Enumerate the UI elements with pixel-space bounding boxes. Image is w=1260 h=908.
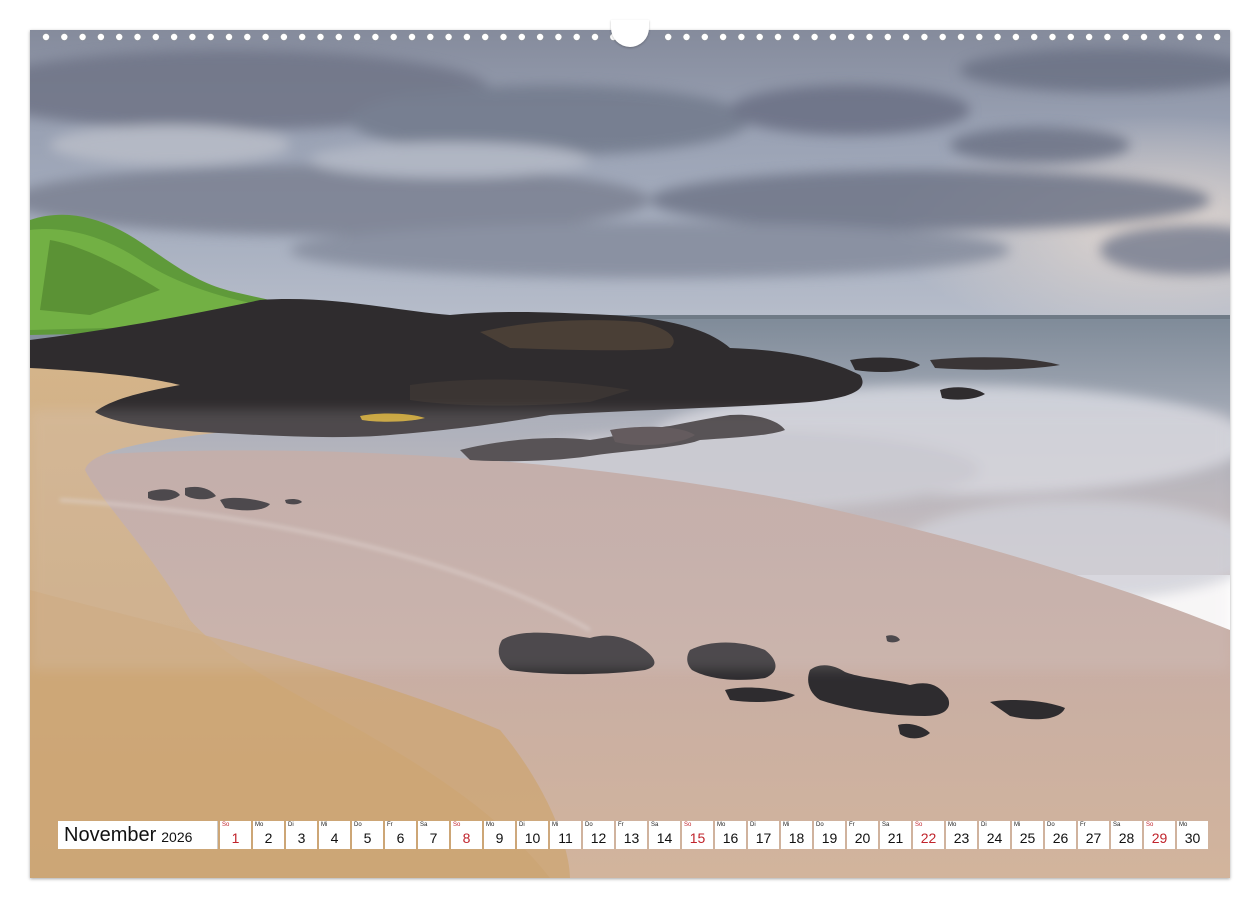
day-number: 3 [297, 830, 306, 846]
day-number: 18 [788, 830, 805, 846]
weekday-abbr: Di [750, 822, 756, 828]
weekday-abbr: Do [354, 822, 362, 828]
day-number: 22 [920, 830, 937, 846]
weekday-abbr: Sa [1113, 822, 1121, 828]
weekday-abbr: Do [1047, 822, 1055, 828]
weekday-abbr: Fr [849, 822, 855, 828]
day-number: 12 [590, 830, 607, 846]
day-number: 13 [623, 830, 640, 846]
day-number: 16 [722, 830, 739, 846]
weekday-abbr: Mo [1179, 822, 1188, 828]
day-cell: Di 24 [979, 821, 1010, 849]
day-cell: Mo 23 [946, 821, 977, 849]
calendar-strip: November 2026 So 1 Mo 2 Di 3 Mi 4 Do 5 Fr 6 Sa 7 So 8 Mo… [58, 821, 1208, 849]
day-cell: Do 5 [352, 821, 383, 849]
weekday-abbr: Mo [486, 822, 495, 828]
day-cell: So 22 [913, 821, 944, 849]
day-cell: Fr 27 [1078, 821, 1109, 849]
day-cell: Di 10 [517, 821, 548, 849]
day-number: 26 [1052, 830, 1069, 846]
month-year: 2026 [161, 828, 193, 845]
day-cell: So 8 [451, 821, 482, 849]
day-number: 11 [558, 830, 573, 846]
day-cell: So 29 [1144, 821, 1175, 849]
weekday-abbr: Fr [618, 822, 624, 828]
day-cell: So 1 [220, 821, 251, 849]
weekday-abbr: Mo [948, 822, 957, 828]
day-number: 20 [854, 830, 871, 846]
weekday-abbr: Mi [321, 822, 328, 828]
day-number: 7 [429, 830, 438, 846]
weekday-abbr: Sa [420, 822, 428, 828]
weekday-abbr: Fr [1080, 822, 1086, 828]
month-name: November [64, 823, 157, 846]
weekday-abbr: Do [816, 822, 824, 828]
day-cell: Mo 2 [253, 821, 284, 849]
day-number: 30 [1184, 830, 1201, 846]
day-number: 5 [363, 830, 372, 846]
day-number: 27 [1085, 830, 1102, 846]
day-cell: Di 17 [748, 821, 779, 849]
day-number: 24 [986, 830, 1003, 846]
day-cell: Do 12 [583, 821, 614, 849]
day-number: 14 [656, 830, 673, 846]
weekday-abbr: Di [288, 822, 294, 828]
weekday-abbr: So [684, 822, 692, 828]
calendar-page: November 2026 So 1 Mo 2 Di 3 Mi 4 Do 5 Fr 6 Sa 7 So 8 Mo… [0, 0, 1260, 908]
day-cell: Fr 13 [616, 821, 647, 849]
weekday-abbr: Di [981, 822, 987, 828]
day-number: 10 [524, 830, 541, 846]
weekday-abbr: Sa [882, 822, 890, 828]
day-cell: Sa 14 [649, 821, 680, 849]
day-cell: Mi 25 [1012, 821, 1043, 849]
weekday-abbr: Mo [717, 822, 726, 828]
day-cell: So 15 [682, 821, 713, 849]
day-number: 2 [264, 830, 273, 846]
day-number: 25 [1019, 830, 1036, 846]
beach-photo [30, 30, 1230, 878]
day-cell: Mi 18 [781, 821, 812, 849]
day-cell: Fr 20 [847, 821, 878, 849]
day-number: 19 [821, 830, 838, 846]
day-cell: Mi 11 [550, 821, 581, 849]
weekday-abbr: Do [585, 822, 593, 828]
weekday-abbr: Mi [783, 822, 790, 828]
day-number: 4 [330, 830, 339, 846]
weekday-abbr: So [1146, 822, 1154, 828]
day-cell: Mo 9 [484, 821, 515, 849]
day-cells: So 1 Mo 2 Di 3 Mi 4 Do 5 Fr 6 Sa 7 So 8 Mo 9 Di 10 Mi 11 Do 12 F… [218, 821, 1208, 849]
weekday-abbr: Sa [651, 822, 659, 828]
day-number: 28 [1118, 830, 1135, 846]
day-number: 29 [1151, 830, 1168, 846]
weekday-abbr: So [915, 822, 923, 828]
day-number: 8 [462, 830, 471, 846]
day-number: 9 [495, 830, 504, 846]
weekday-abbr: So [453, 822, 461, 828]
weekday-abbr: Fr [387, 822, 393, 828]
day-number: 15 [689, 830, 706, 846]
day-cell: Fr 6 [385, 821, 416, 849]
day-cell: Do 26 [1045, 821, 1076, 849]
day-cell: Mo 30 [1177, 821, 1208, 849]
day-cell: Mi 4 [319, 821, 350, 849]
day-cell: Sa 7 [418, 821, 449, 849]
weekday-abbr: Mo [255, 822, 264, 828]
weekday-abbr: So [222, 822, 230, 828]
day-cell: Sa 21 [880, 821, 911, 849]
day-number: 17 [755, 830, 772, 846]
weekday-abbr: Mi [1014, 822, 1021, 828]
day-number: 1 [231, 830, 240, 846]
day-number: 23 [953, 830, 970, 846]
day-cell: Mo 16 [715, 821, 746, 849]
day-number: 21 [887, 830, 904, 846]
day-cell: Do 19 [814, 821, 845, 849]
weekday-abbr: Di [519, 822, 525, 828]
day-number: 6 [396, 830, 405, 846]
day-cell: Sa 28 [1111, 821, 1142, 849]
day-cell: Di 3 [286, 821, 317, 849]
month-label: November 2026 [58, 821, 218, 849]
weekday-abbr: Mi [552, 822, 559, 828]
